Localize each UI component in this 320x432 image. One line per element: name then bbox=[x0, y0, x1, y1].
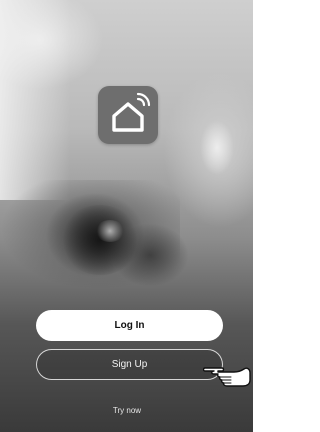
background-pet-shape bbox=[60, 205, 140, 275]
background-highlight bbox=[95, 220, 125, 242]
try-now-link[interactable]: Try now bbox=[96, 404, 158, 418]
signup-button[interactable]: Sign Up bbox=[36, 349, 223, 380]
background-window-light bbox=[0, 0, 70, 200]
login-button[interactable]: Log In bbox=[36, 310, 223, 341]
smart-home-icon bbox=[112, 92, 151, 132]
hand-pointer-icon bbox=[203, 367, 251, 387]
app-logo bbox=[98, 86, 158, 144]
background-lamp bbox=[200, 120, 234, 175]
login-screen: Log In Sign Up Try now bbox=[0, 0, 253, 432]
